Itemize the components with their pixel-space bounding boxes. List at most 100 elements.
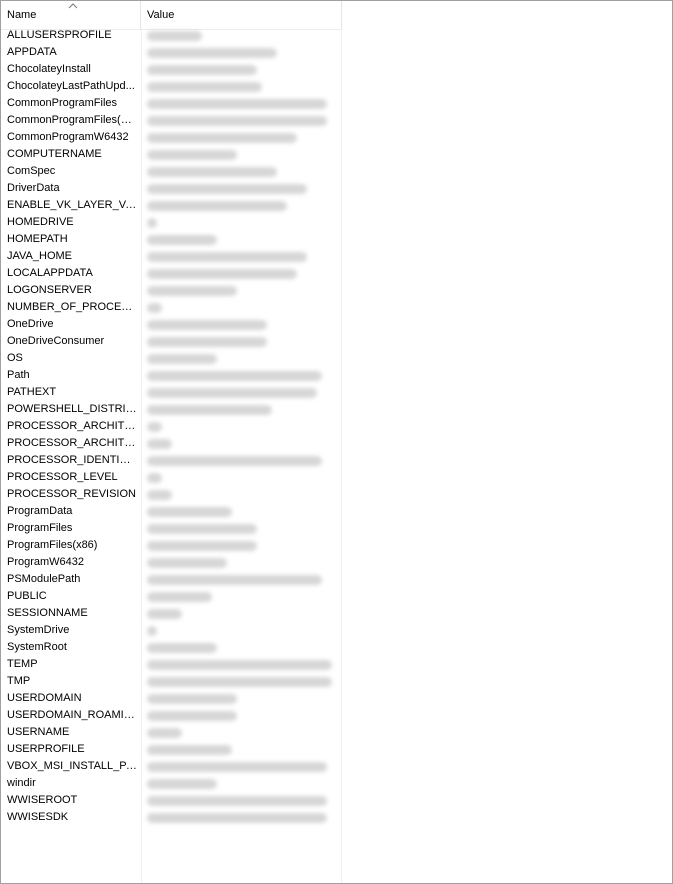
variable-name: USERDOMAIN (7, 692, 82, 704)
table-row[interactable]: USERPROFILE (1, 741, 361, 758)
table-row[interactable]: ALLUSERSPROFILE (1, 27, 361, 44)
table-row[interactable]: CommonProgramW6432 (1, 129, 361, 146)
column-header-value-label: Value (147, 9, 175, 21)
table-row[interactable]: ProgramData (1, 503, 361, 520)
table-row[interactable]: PROCESSOR_LEVEL (1, 469, 361, 486)
variable-name: USERDOMAIN_ROAMIN... (7, 709, 137, 721)
table-row[interactable]: PROCESSOR_ARCHITEC... (1, 418, 361, 435)
variable-name: TEMP (7, 658, 38, 670)
chevron-up-icon (68, 3, 78, 9)
variable-name: SystemRoot (7, 641, 67, 653)
column-header-name[interactable]: Name (1, 1, 141, 29)
table-row[interactable]: COMPUTERNAME (1, 146, 361, 163)
table-row[interactable]: DriverData (1, 180, 361, 197)
table-row[interactable]: SystemRoot (1, 639, 361, 656)
variable-name: ChocolateyInstall (7, 63, 91, 75)
table-row[interactable]: OneDriveConsumer (1, 333, 361, 350)
variable-value-redacted (147, 456, 322, 466)
variable-name: PROCESSOR_LEVEL (7, 471, 118, 483)
table-row[interactable]: windir (1, 775, 361, 792)
table-row[interactable]: PSModulePath (1, 571, 361, 588)
table-row[interactable]: USERDOMAIN (1, 690, 361, 707)
table-row[interactable]: ChocolateyLastPathUpd... (1, 78, 361, 95)
table-row[interactable]: PROCESSOR_ARCHITE... (1, 435, 361, 452)
variable-name: PUBLIC (7, 590, 47, 602)
variable-value-redacted (147, 388, 317, 398)
table-row[interactable]: LOGONSERVER (1, 282, 361, 299)
table-row[interactable]: ComSpec (1, 163, 361, 180)
variable-name: ProgramFiles(x86) (7, 539, 98, 551)
table-row[interactable]: JAVA_HOME (1, 248, 361, 265)
variable-value-redacted (147, 371, 322, 381)
variable-name: HOMEPATH (7, 233, 68, 245)
variable-name: PSModulePath (7, 573, 81, 585)
table-row[interactable]: ENABLE_VK_LAYER_VAL... (1, 197, 361, 214)
variable-name: LOCALAPPDATA (7, 267, 93, 279)
table-row[interactable]: Path (1, 367, 361, 384)
table-row[interactable]: TEMP (1, 656, 361, 673)
variable-value-redacted (147, 235, 217, 245)
variable-name: ComSpec (7, 165, 56, 177)
variable-value-redacted (147, 558, 227, 568)
table-row[interactable]: ProgramFiles(x86) (1, 537, 361, 554)
table-row[interactable]: HOMEDRIVE (1, 214, 361, 231)
table-row[interactable]: VBOX_MSI_INSTALL_PATH (1, 758, 361, 775)
variable-name: VBOX_MSI_INSTALL_PATH (7, 760, 137, 772)
table-row[interactable]: PATHEXT (1, 384, 361, 401)
table-row[interactable]: PROCESSOR_REVISION (1, 486, 361, 503)
table-row[interactable]: OS (1, 350, 361, 367)
variable-value-redacted (147, 728, 182, 738)
variable-value-redacted (147, 524, 257, 534)
variable-value-redacted (147, 320, 267, 330)
variable-value-redacted (147, 286, 237, 296)
variable-name: CommonProgramW6432 (7, 131, 129, 143)
variable-name: OS (7, 352, 23, 364)
variable-value-redacted (147, 507, 232, 517)
table-row[interactable]: PROCESSOR_IDENTIFIER (1, 452, 361, 469)
table-row[interactable]: ChocolateyInstall (1, 61, 361, 78)
table-row[interactable]: HOMEPATH (1, 231, 361, 248)
variable-value-redacted (147, 643, 217, 653)
table-row[interactable]: APPDATA (1, 44, 361, 61)
variable-value-redacted (147, 762, 327, 772)
variable-value-redacted (147, 269, 297, 279)
variable-name: PROCESSOR_IDENTIFIER (7, 454, 137, 466)
variable-value-redacted (147, 82, 262, 92)
table-row[interactable]: CommonProgramFiles (1, 95, 361, 112)
variable-name: SystemDrive (7, 624, 70, 636)
table-row[interactable]: SystemDrive (1, 622, 361, 639)
variable-value-redacted (147, 796, 327, 806)
table-row[interactable]: POWERSHELL_DISTRIB... (1, 401, 361, 418)
variable-value-redacted (147, 490, 172, 500)
variable-value-redacted (147, 473, 162, 483)
variable-value-redacted (147, 745, 232, 755)
table-row[interactable]: USERDOMAIN_ROAMIN... (1, 707, 361, 724)
table-row[interactable]: LOCALAPPDATA (1, 265, 361, 282)
table-row[interactable]: OneDrive (1, 316, 361, 333)
column-header-value[interactable]: Value (141, 1, 342, 29)
variable-name: WWISEROOT (7, 794, 78, 806)
variable-name: HOMEDRIVE (7, 216, 74, 228)
table-row[interactable]: CommonProgramFiles(x86) (1, 112, 361, 129)
table-row[interactable]: WWISESDK (1, 809, 361, 826)
variable-value-redacted (147, 439, 172, 449)
table-row[interactable]: TMP (1, 673, 361, 690)
variable-value-redacted (147, 337, 267, 347)
variable-name: PROCESSOR_ARCHITE... (7, 437, 137, 449)
variable-value-redacted (147, 252, 307, 262)
variable-name: LOGONSERVER (7, 284, 92, 296)
variable-name: SESSIONNAME (7, 607, 88, 619)
table-row[interactable]: WWISEROOT (1, 792, 361, 809)
variable-value-redacted (147, 116, 327, 126)
table-row[interactable]: SESSIONNAME (1, 605, 361, 622)
table-row[interactable]: USERNAME (1, 724, 361, 741)
variable-name: DriverData (7, 182, 60, 194)
table-row[interactable]: NUMBER_OF_PROCESS... (1, 299, 361, 316)
variable-value-redacted (147, 405, 272, 415)
table-row[interactable]: PUBLIC (1, 588, 361, 605)
variable-value-redacted (147, 592, 212, 602)
table-row[interactable]: ProgramW6432 (1, 554, 361, 571)
variable-name: POWERSHELL_DISTRIB... (7, 403, 137, 415)
table-row[interactable]: ProgramFiles (1, 520, 361, 537)
variable-value-redacted (147, 31, 202, 41)
